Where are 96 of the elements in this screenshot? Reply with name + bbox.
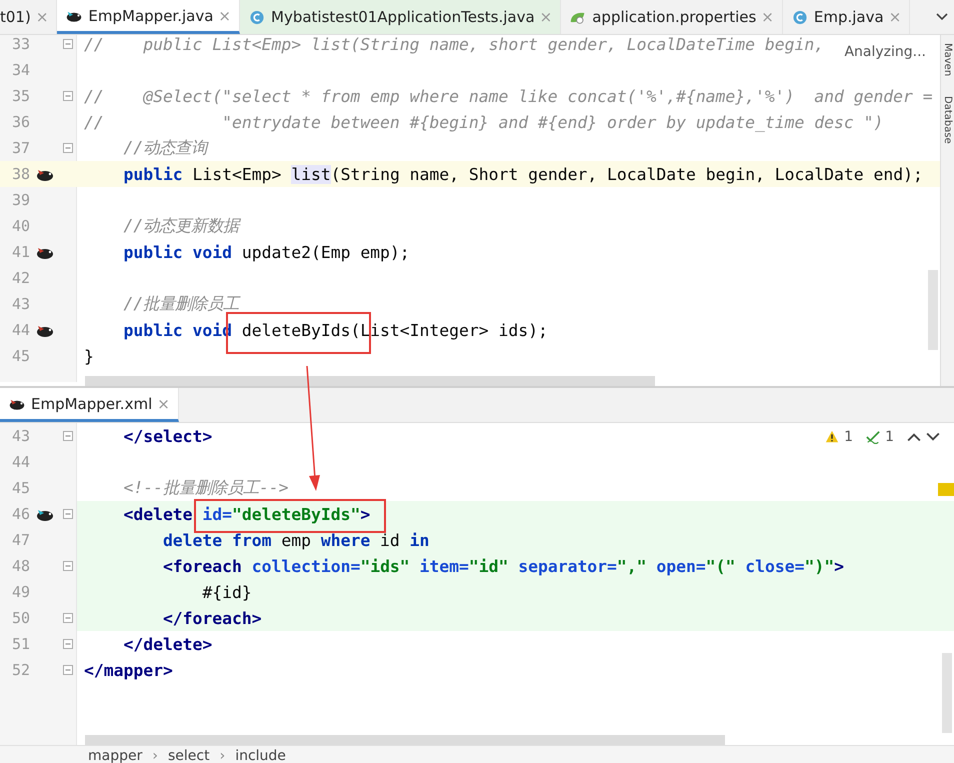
fold-icon[interactable] [63, 561, 73, 571]
keyword: in [410, 530, 430, 550]
code-text: id [379, 530, 401, 550]
xml-tag: <foreach [84, 556, 252, 576]
line-number: 45 [10, 479, 30, 497]
line-number: 42 [10, 269, 30, 287]
check-icon[interactable] [866, 430, 880, 444]
highlighted-identifier: list [291, 164, 331, 184]
line-number: 43 [10, 295, 30, 313]
attribute-value: "ids" [360, 556, 411, 576]
breadcrumb-separator: › [220, 747, 226, 763]
xml-tag: </select> [84, 426, 212, 446]
attribute-value: "id" [468, 556, 510, 576]
line-number: 47 [10, 531, 30, 549]
xml-tag: <delete [84, 504, 202, 524]
code-comment: <!--批量删除员工--> [122, 477, 289, 499]
line-number: 35 [10, 87, 30, 105]
keyword: delete from [162, 530, 272, 550]
warning-count: 1 [844, 429, 854, 445]
typo-count: 1 [885, 429, 894, 445]
code-text: (String name, Short gender, LocalDate begin, LocalDate end); [330, 164, 923, 184]
code-comment: // @Select("select * from emp where name like concat('%',#{name},'%') and gender = [84, 86, 933, 106]
warning-icon[interactable] [825, 430, 840, 444]
line-number: 52 [10, 661, 30, 679]
editor-tab[interactable]: EmpMapper.xml × [0, 388, 179, 422]
line-number: 40 [10, 217, 30, 235]
breadcrumb-item[interactable]: mapper [88, 746, 142, 763]
line-number: 48 [10, 557, 30, 575]
code-text: } [84, 346, 94, 366]
code-comment: //批量删除员工 [122, 293, 240, 315]
line-number: 46 [10, 505, 30, 523]
code-comment: //动态查询 [122, 137, 208, 159]
line-number: 43 [10, 427, 30, 445]
xml-tag: </mapper> [84, 660, 173, 680]
line-number: 36 [10, 113, 30, 131]
code-text: #{id} [201, 582, 252, 602]
vertical-scrollbar[interactable] [928, 270, 938, 350]
fold-icon[interactable] [63, 665, 73, 675]
line-number: 38 [10, 165, 30, 183]
attribute-value: "," [616, 556, 648, 576]
code-comment: // public List<Emp> list(String name, short gender, LocalDateTime begin, [84, 35, 824, 54]
xml-attribute: open= [656, 556, 706, 576]
xml-tag: > [360, 504, 370, 524]
horizontal-scrollbar[interactable] [85, 735, 725, 745]
keyword: public [122, 164, 183, 184]
fold-icon[interactable] [63, 613, 73, 623]
horizontal-scrollbar[interactable] [85, 376, 655, 386]
xml-tag: </delete> [84, 634, 212, 654]
fold-icon[interactable] [63, 143, 73, 153]
line-number: 50 [10, 609, 30, 627]
xml-attribute: id= [202, 504, 232, 524]
line-number: 44 [10, 453, 30, 471]
line-number: 34 [10, 61, 30, 79]
tool-window-label[interactable]: Maven [942, 43, 953, 76]
attribute-value: ")" [804, 556, 834, 576]
class-icon [790, 10, 809, 24]
breadcrumb-item[interactable]: select [168, 746, 210, 763]
line-number: 33 [10, 35, 30, 53]
xml-tag: > [834, 556, 844, 576]
line-number: 39 [10, 191, 30, 209]
code-text: emp [280, 530, 312, 550]
editor-tab[interactable]: Mybatistest01ApplicationTests.java × [240, 0, 562, 34]
code-comment: //动态更新数据 [122, 215, 240, 237]
xml-attribute: item= [420, 556, 469, 576]
breadcrumb-separator: › [152, 747, 158, 763]
keyword: where [320, 530, 370, 550]
line-number: 41 [10, 243, 30, 261]
attribute-value: "(" [706, 556, 736, 576]
editor-tab[interactable]: EmpMapper.java × [57, 0, 240, 34]
editor-tab[interactable]: Emp.java × [782, 0, 910, 34]
vertical-scrollbar[interactable] [942, 653, 952, 733]
fold-icon[interactable] [63, 91, 73, 101]
fold-icon[interactable] [63, 39, 73, 49]
fold-icon[interactable] [63, 431, 73, 441]
attribute-value: "deleteByIds" [232, 504, 360, 524]
xml-attribute: separator= [518, 556, 617, 576]
xml-tag: </foreach> [84, 608, 262, 628]
tool-window-label[interactable]: Database [942, 96, 953, 144]
keyword: public void [122, 242, 232, 262]
xml-attribute: collection= [252, 556, 360, 576]
class-icon [248, 10, 266, 24]
xml-attribute: close= [745, 556, 804, 576]
line-number: 51 [10, 635, 30, 653]
code-text: List<Emp> [192, 164, 282, 184]
breadcrumb-item[interactable]: include [235, 746, 286, 763]
fold-icon[interactable] [63, 509, 73, 519]
editor-tab[interactable]: application.properties × [561, 0, 783, 34]
fold-icon[interactable] [63, 639, 73, 649]
line-number: 45 [10, 347, 30, 365]
chevron-down-icon[interactable] [936, 13, 948, 21]
line-number: 44 [10, 321, 30, 339]
line-number: 49 [10, 583, 30, 601]
line-number: 37 [10, 139, 30, 157]
code-text: update2(Emp emp); [240, 242, 410, 262]
warning-marker[interactable] [938, 483, 954, 496]
code-comment: // "entrydate between #{begin} and #{end} order by update_time desc ") [84, 112, 884, 132]
